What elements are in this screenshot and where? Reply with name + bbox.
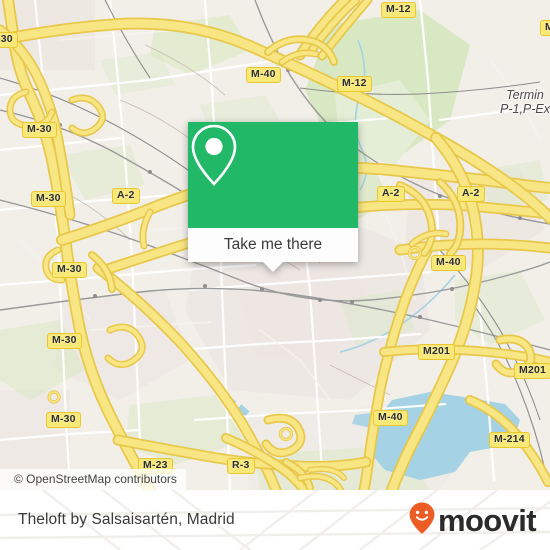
road-shield: A-2 (457, 186, 485, 202)
place-title: Theloft by Salsaisartén, Madrid (18, 511, 235, 528)
road-shield: M (540, 20, 550, 36)
road-shield: A-2 (112, 188, 140, 204)
osm-attribution[interactable]: © OpenStreetMap contributors (0, 469, 186, 490)
road-shield: M201 (418, 344, 456, 360)
moovit-logo[interactable]: moovit (408, 501, 537, 540)
road-shield: M-30 (47, 333, 82, 349)
place-label-line: P-1,P-Ex (500, 102, 550, 116)
popup-tail (262, 261, 284, 272)
road-shield: R-3 (227, 458, 255, 474)
place-label-line: Termin (506, 88, 544, 102)
moovit-wordmark: moovit (437, 502, 537, 538)
road-shield: A-2 (377, 186, 405, 202)
road-shield: M-30 (31, 191, 66, 207)
road-shield: M-30 (52, 262, 87, 278)
popup-image-area (188, 122, 358, 228)
road-shield: M-30 (22, 122, 57, 138)
location-popup[interactable]: Take me there (188, 122, 358, 272)
take-me-there-label: Take me there (223, 236, 323, 253)
road-shield: -30 (0, 32, 18, 48)
road-shield: M-40 (431, 255, 466, 271)
moovit-smiley-pin-icon (408, 501, 436, 540)
road-shield: M-12 (337, 76, 372, 92)
map-canvas[interactable]: .park { fill:#d8e8c2; } .park2 { fill:#e… (0, 0, 550, 490)
take-me-there-button[interactable]: Take me there (188, 228, 358, 262)
map-screenshot: .park { fill:#d8e8c2; } .park2 { fill:#e… (0, 0, 550, 550)
road-shield: M-40 (373, 410, 408, 426)
road-shield: M-30 (46, 412, 81, 428)
road-shield: M201 (514, 363, 550, 379)
footer-bar: Theloft by Salsaisartén, Madrid moovit (0, 490, 550, 550)
road-shield: M-214 (489, 432, 530, 448)
road-shield: M-40 (246, 67, 281, 83)
road-shield: M-12 (381, 2, 416, 18)
place-label: Termin P-1,P-Ex (500, 88, 550, 116)
